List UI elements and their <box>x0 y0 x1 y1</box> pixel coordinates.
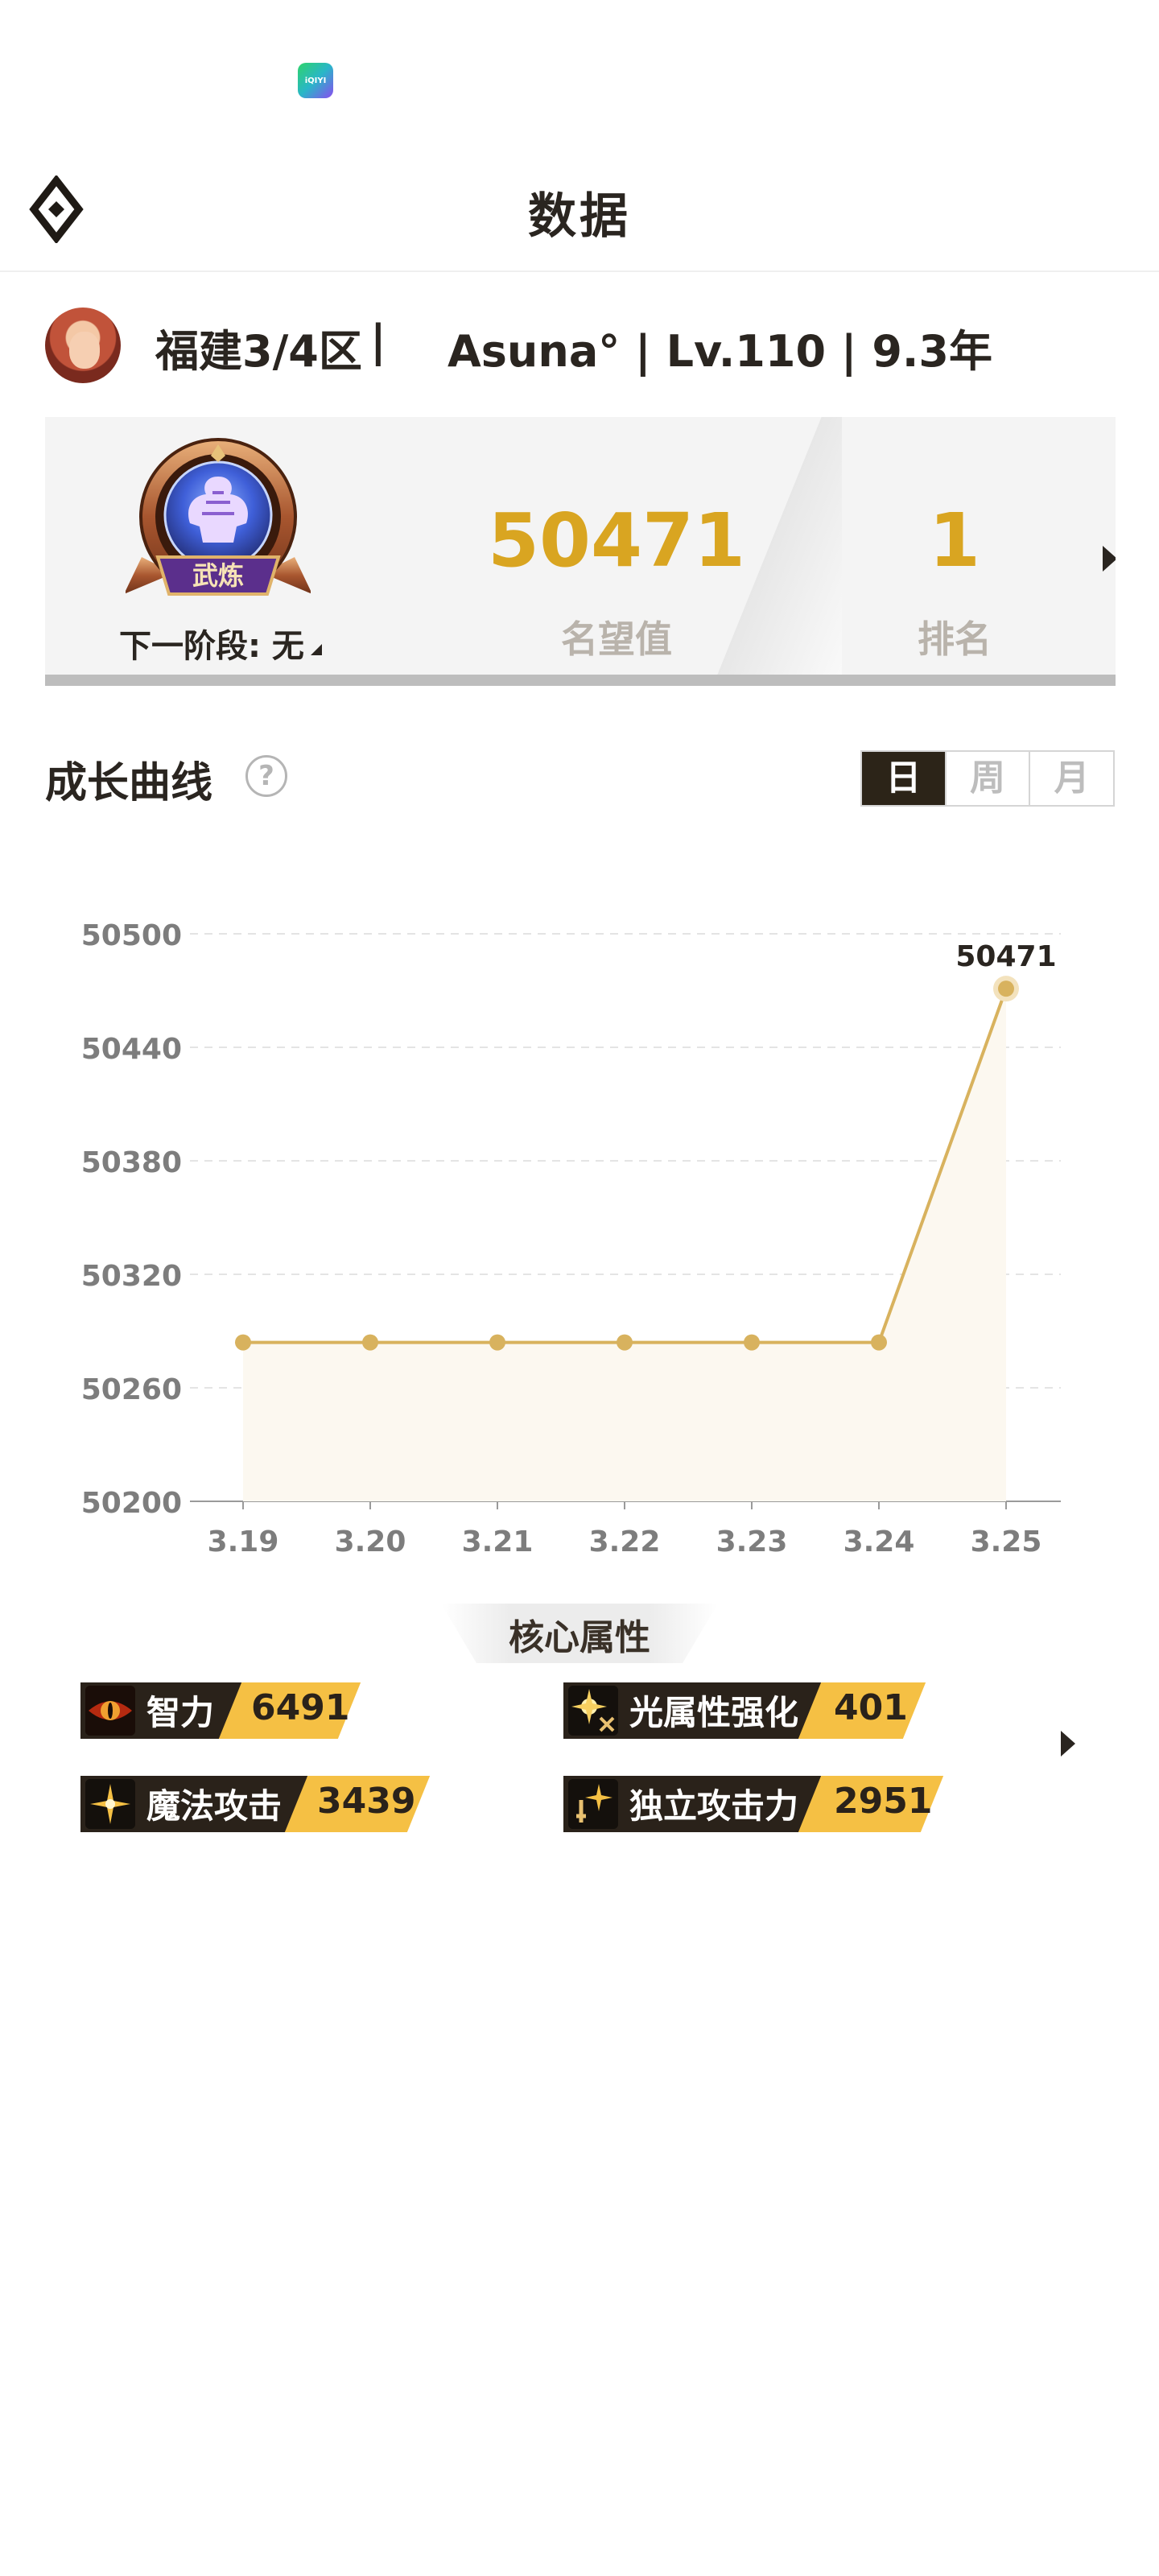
badge-label: 武炼 <box>192 560 244 591</box>
avatar[interactable] <box>45 308 121 383</box>
data-point <box>998 980 1014 997</box>
header: 数据 <box>0 153 1159 272</box>
star-sword-icon <box>568 1779 618 1829</box>
core-attributes-title: 核心属性 <box>509 1617 650 1658</box>
y-tick-label: 50500 <box>81 919 182 952</box>
tab-week[interactable]: 周 <box>944 752 1029 805</box>
separator: | <box>370 316 386 366</box>
x-tick-label: 3.20 <box>335 1525 406 1558</box>
attr-value: 401 <box>834 1687 908 1728</box>
y-tick-label: 50320 <box>81 1260 182 1293</box>
period-tabs: 日 周 月 <box>860 750 1115 807</box>
server-name: 福建3/4区 <box>155 326 362 377</box>
y-tick-label: 50380 <box>81 1146 182 1179</box>
data-point <box>744 1334 760 1351</box>
next-stage-text: 下一阶段: 无 <box>119 628 304 665</box>
x-tick-label: 3.22 <box>589 1525 661 1558</box>
profile-row: 福建3/4区 | Asuna° | Lv.110 | 9.3年 <box>0 298 1159 394</box>
attr-intelligence: 智力 6491 <box>80 1682 370 1739</box>
character-info: Asuna° | Lv.110 | 9.3年 <box>448 326 993 377</box>
attributes-arrow-icon[interactable] <box>1061 1731 1075 1757</box>
attr-value: 3439 <box>317 1781 416 1822</box>
x-tick-label: 3.19 <box>208 1525 279 1558</box>
help-icon[interactable]: ? <box>245 755 287 797</box>
sparkle-icon <box>85 1779 135 1829</box>
data-label: 50471 <box>955 940 1056 973</box>
data-point <box>871 1334 887 1351</box>
attr-value: 2951 <box>834 1781 933 1822</box>
attr-label: 独立攻击力 <box>629 1786 799 1826</box>
fame-label: 名望值 <box>561 617 672 661</box>
rank-label: 排名 <box>918 617 992 661</box>
fame-card[interactable]: 武炼 下一阶段: 无 50471 名望值 1 排名 <box>45 417 1116 686</box>
card-arrow-icon[interactable] <box>1103 546 1116 572</box>
x-tick-label: 3.21 <box>462 1525 534 1558</box>
attr-label: 魔法攻击 <box>146 1786 283 1826</box>
rank-value: 1 <box>928 497 980 584</box>
eye-icon <box>85 1686 135 1736</box>
card-bottom-bar <box>45 675 1116 686</box>
attr-magic-attack: 魔法攻击 3439 <box>80 1776 451 1832</box>
attr-label: 智力 <box>146 1693 215 1732</box>
status-bar: iQIYI <box>0 0 1159 153</box>
iqiyi-app-icon: iQIYI <box>298 63 333 98</box>
y-tick-label: 50200 <box>81 1487 182 1520</box>
data-point <box>362 1334 378 1351</box>
series-line <box>243 988 1008 1344</box>
attr-independent-attack: 独立攻击力 2951 <box>563 1776 966 1832</box>
y-tick-label: 50260 <box>81 1373 182 1406</box>
light-burst-icon <box>568 1686 618 1736</box>
data-point <box>489 1334 505 1351</box>
series-area <box>243 989 1006 1501</box>
growth-curve-title: 成长曲线 <box>45 759 213 807</box>
growth-chart: 50500 50440 50380 50320 50260 50200 3.19 3.20 3.… <box>0 853 1159 1578</box>
data-point <box>617 1334 633 1351</box>
tab-month[interactable]: 月 <box>1029 752 1114 805</box>
x-tick-label: 3.24 <box>843 1525 915 1558</box>
rank-badge-icon: 武炼 <box>126 438 311 596</box>
attr-value: 6491 <box>251 1687 350 1728</box>
data-point <box>235 1334 251 1351</box>
page-title: 数据 <box>528 188 631 245</box>
tab-day[interactable]: 日 <box>862 752 945 805</box>
attr-label: 光属性强化 <box>629 1693 799 1732</box>
fame-value: 50471 <box>487 497 746 584</box>
x-tick-label: 3.23 <box>716 1525 788 1558</box>
y-tick-label: 50440 <box>81 1033 182 1066</box>
growth-chart-svg: 50500 50440 50380 50320 50260 50200 3.19 3.20 3.… <box>81 919 1061 1558</box>
x-tick-label: 3.25 <box>971 1525 1042 1558</box>
next-stage-corner-icon <box>311 644 322 655</box>
attr-light-enhance: 光属性强化 401 <box>563 1682 934 1739</box>
